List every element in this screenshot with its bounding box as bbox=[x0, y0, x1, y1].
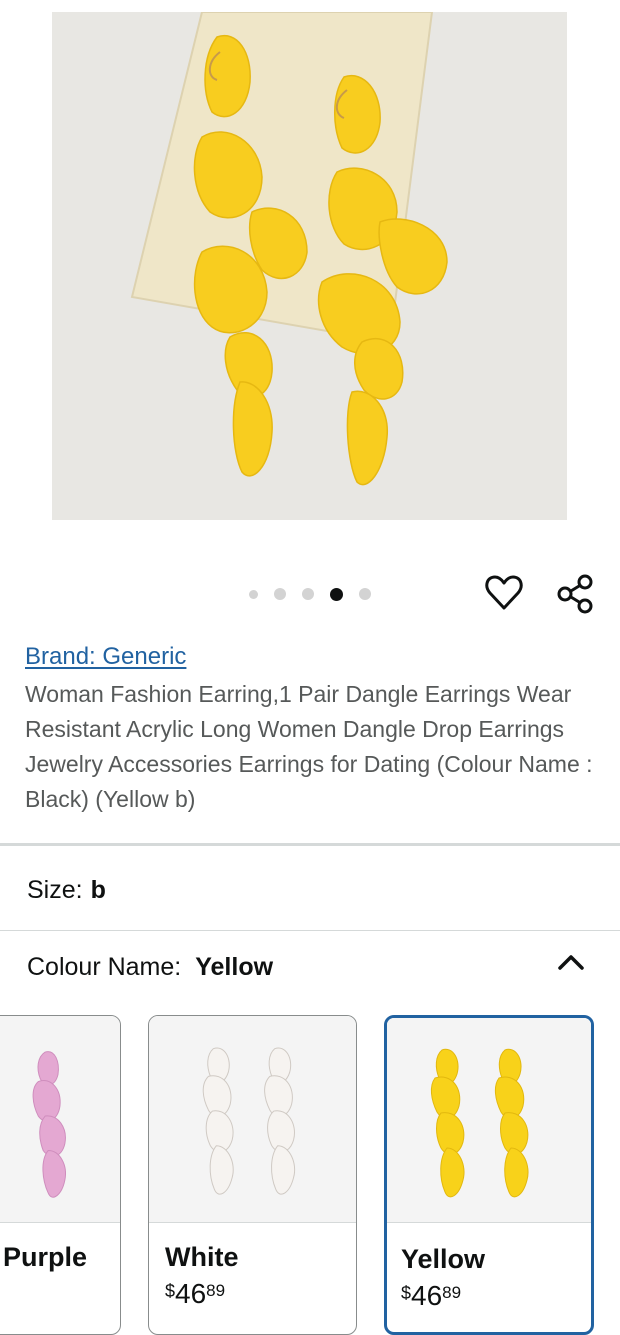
row-divider bbox=[0, 930, 620, 931]
earrings-photo bbox=[52, 12, 567, 520]
product-main-image[interactable] bbox=[52, 12, 567, 520]
share-icon[interactable] bbox=[554, 573, 596, 615]
swatch-image bbox=[149, 1016, 356, 1223]
size-selector[interactable]: Size: b bbox=[27, 876, 106, 905]
product-title: Woman Fashion Earring,1 Pair Dangle Earr… bbox=[25, 681, 593, 812]
swatch-price: $4689 bbox=[165, 1278, 226, 1309]
carousel-dot[interactable] bbox=[249, 589, 258, 599]
colour-value: Yellow bbox=[195, 953, 274, 981]
carousel-dot[interactable] bbox=[274, 588, 286, 600]
section-divider bbox=[0, 843, 620, 846]
swatch-card-white[interactable]: White $4689 bbox=[148, 1015, 357, 1335]
carousel-dot[interactable] bbox=[359, 588, 371, 600]
colour-label: Colour Name: bbox=[27, 953, 182, 981]
carousel-dot[interactable] bbox=[302, 588, 314, 600]
brand-link[interactable]: Brand: Generic bbox=[25, 643, 186, 671]
carousel-dot-active[interactable] bbox=[330, 587, 343, 601]
size-label: Size: bbox=[27, 876, 83, 904]
swatch-name: Purple bbox=[3, 1242, 88, 1272]
colour-selector[interactable]: Colour Name: Yellow bbox=[27, 953, 273, 982]
swatch-image bbox=[0, 1016, 120, 1223]
image-carousel-dots[interactable] bbox=[249, 587, 387, 601]
swatch-name: Yellow bbox=[401, 1244, 486, 1274]
swatch-price: $4689 bbox=[401, 1280, 462, 1311]
swatch-card-purple[interactable]: Purple bbox=[0, 1015, 121, 1335]
chevron-up-icon[interactable] bbox=[556, 950, 586, 974]
swatch-card-yellow[interactable]: Yellow $4689 bbox=[384, 1015, 594, 1335]
size-value: b bbox=[90, 876, 106, 904]
swatch-image bbox=[387, 1018, 591, 1223]
heart-icon[interactable] bbox=[484, 573, 524, 613]
swatch-name: White bbox=[165, 1242, 239, 1272]
